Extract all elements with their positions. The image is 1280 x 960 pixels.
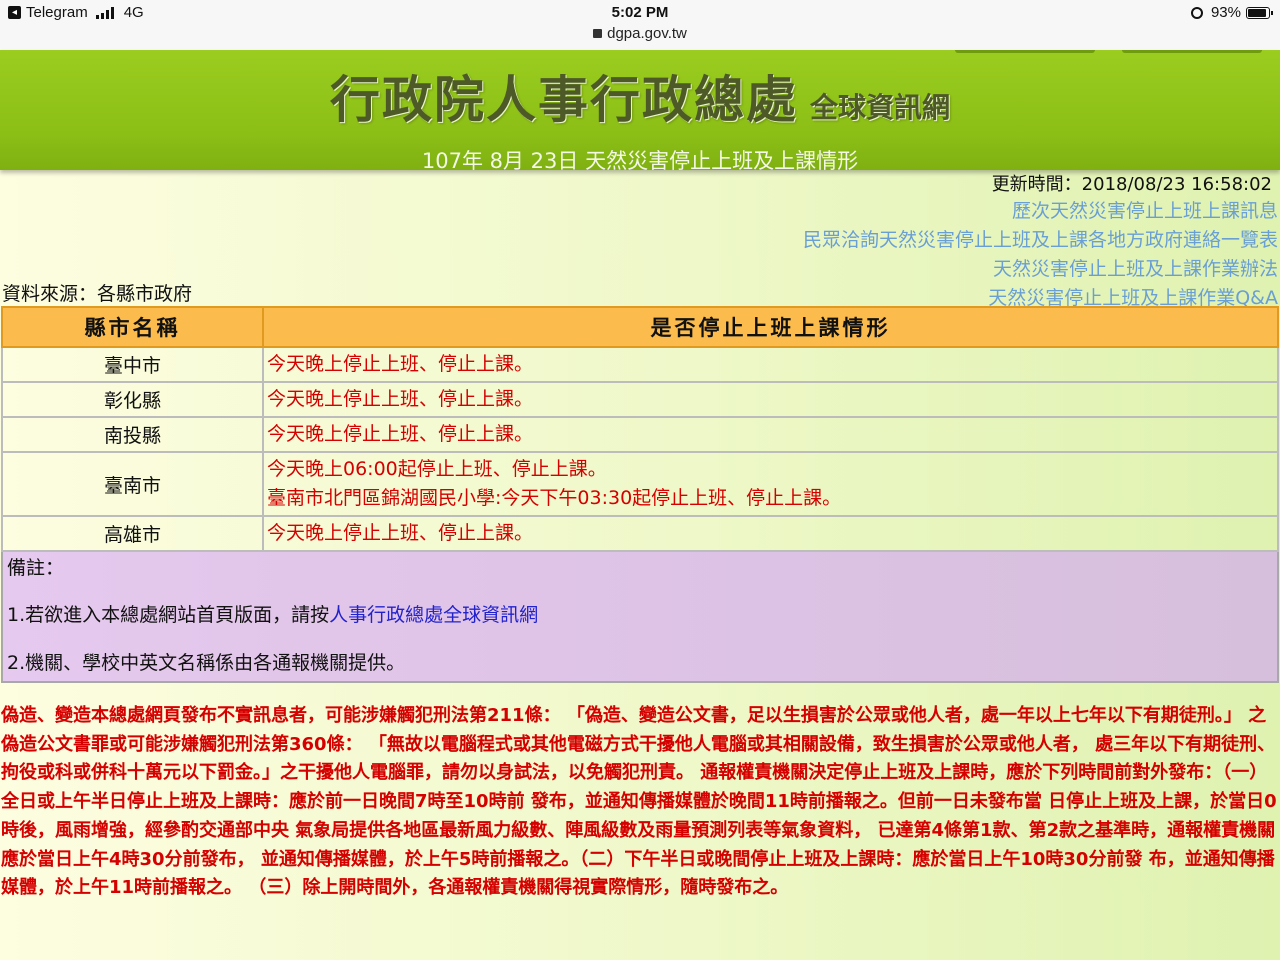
city-cell: 臺中市 (1, 346, 264, 383)
related-links: 歷次天然災害停止上班上課訊息 民眾洽詢天然災害停止上班及上課各地方政府連絡一覽表… (803, 197, 1278, 313)
table-header-row: 縣市名稱 是否停止上班上課情形 (1, 306, 1279, 348)
header-banner: 行政院人事行政總處 全球資訊網 107年 8月 23日 天然災害停止上班及上課情形 (0, 50, 1280, 173)
link-history[interactable]: 歷次天然災害停止上班上課訊息 (803, 197, 1278, 226)
notes-row: 備註： 1.若欲進入本總處網站首頁版面，請按人事行政總處全球資訊網 2.機關、學… (1, 550, 1279, 683)
status-cell: 今天晚上停止上班、停止上課。 (262, 381, 1279, 418)
link-regulations[interactable]: 天然災害停止上班及上課作業辦法 (803, 255, 1278, 284)
link-contact-list[interactable]: 民眾洽詢天然災害停止上班及上課各地方政府連絡一覽表 (803, 226, 1278, 255)
note-2: 2.機關、學校中英文名稱係由各通報機關提供。 (7, 652, 406, 674)
status-line: 今天晚上停止上班、停止上課。 (267, 353, 534, 375)
url-bar[interactable]: dgpa.gov.tw (0, 25, 1280, 42)
status-cell: 今天晚上停止上班、停止上課。 (262, 416, 1279, 453)
status-right: 93% (1190, 4, 1273, 21)
table-row: 高雄市 今天晚上停止上班、停止上課。 (1, 515, 1279, 552)
header-decoration (1122, 50, 1262, 53)
clock: 5:02 PM (611, 4, 669, 21)
note-1: 1.若欲進入本總處網站首頁版面，請按人事行政總處全球資訊網 (7, 601, 1273, 629)
status-line: 今天晚上停止上班、停止上課。 (267, 522, 534, 544)
city-cell: 南投縣 (1, 416, 264, 453)
header-decoration (955, 50, 1095, 53)
table-row: 臺中市 今天晚上停止上班、停止上課。 (1, 346, 1279, 383)
status-line: 今天晚上停止上班、停止上課。 (267, 423, 534, 445)
rotation-lock-icon (1190, 6, 1203, 19)
status-cell: 今天晚上停止上班、停止上課。 (262, 515, 1279, 552)
notes-label: 備註： (7, 557, 65, 579)
status-bar: ◂ Telegram 4G 5:02 PM dgpa.gov.tw 93% (0, 0, 1280, 50)
city-cell: 臺南市 (1, 451, 264, 517)
column-header-city: 縣市名稱 (1, 306, 264, 348)
lock-icon (593, 29, 603, 38)
status-cell: 今天晚上停止上班、停止上課。 (262, 346, 1279, 383)
status-line: 今天晚上停止上班、停止上課。 (267, 388, 534, 410)
update-time: 更新時間：2018/08/23 16:58:02 (991, 174, 1272, 195)
site-title-main: 行政院人事行政總處 (329, 70, 798, 129)
site-title[interactable]: 行政院人事行政總處 全球資訊網 (0, 60, 1280, 132)
legal-warning: 偽造、變造本總處網頁發布不實訊息者，可能涉嫌觸犯刑法第211條： 「偽造、變造公… (1, 705, 1277, 899)
data-source: 資料來源：各縣市政府 (2, 283, 193, 305)
notes-box: 備註： 1.若欲進入本總處網站首頁版面，請按人事行政總處全球資訊網 2.機關、學… (1, 550, 1279, 683)
site-title-sub: 全球資訊網 (809, 91, 950, 124)
status-line: 今天晚上06:00起停止上班、停止上課。 (267, 458, 607, 480)
url-text: dgpa.gov.tw (607, 25, 687, 42)
column-header-status: 是否停止上班上課情形 (262, 306, 1279, 348)
table-row: 彰化縣 今天晚上停止上班、停止上課。 (1, 381, 1279, 418)
battery-percent: 93% (1210, 4, 1241, 21)
homepage-link[interactable]: 人事行政總處全球資訊網 (329, 604, 538, 626)
closure-table: 縣市名稱 是否停止上班上課情形 臺中市 今天晚上停止上班、停止上課。 彰化縣 今… (1, 306, 1279, 683)
table-row: 臺南市 今天晚上06:00起停止上班、停止上課。 臺南市北門區錦湖國民小學:今天… (1, 451, 1279, 517)
table-row: 南投縣 今天晚上停止上班、停止上課。 (1, 416, 1279, 453)
note-1-text: 1.若欲進入本總處網站首頁版面，請按 (7, 604, 330, 626)
status-line: 臺南市北門區錦湖國民小學:今天下午03:30起停止上班、停止上課。 (267, 487, 842, 509)
battery-icon (1246, 6, 1273, 19)
city-cell: 彰化縣 (1, 381, 264, 418)
city-cell: 高雄市 (1, 515, 264, 552)
status-cell: 今天晚上06:00起停止上班、停止上課。 臺南市北門區錦湖國民小學:今天下午03… (262, 451, 1279, 517)
